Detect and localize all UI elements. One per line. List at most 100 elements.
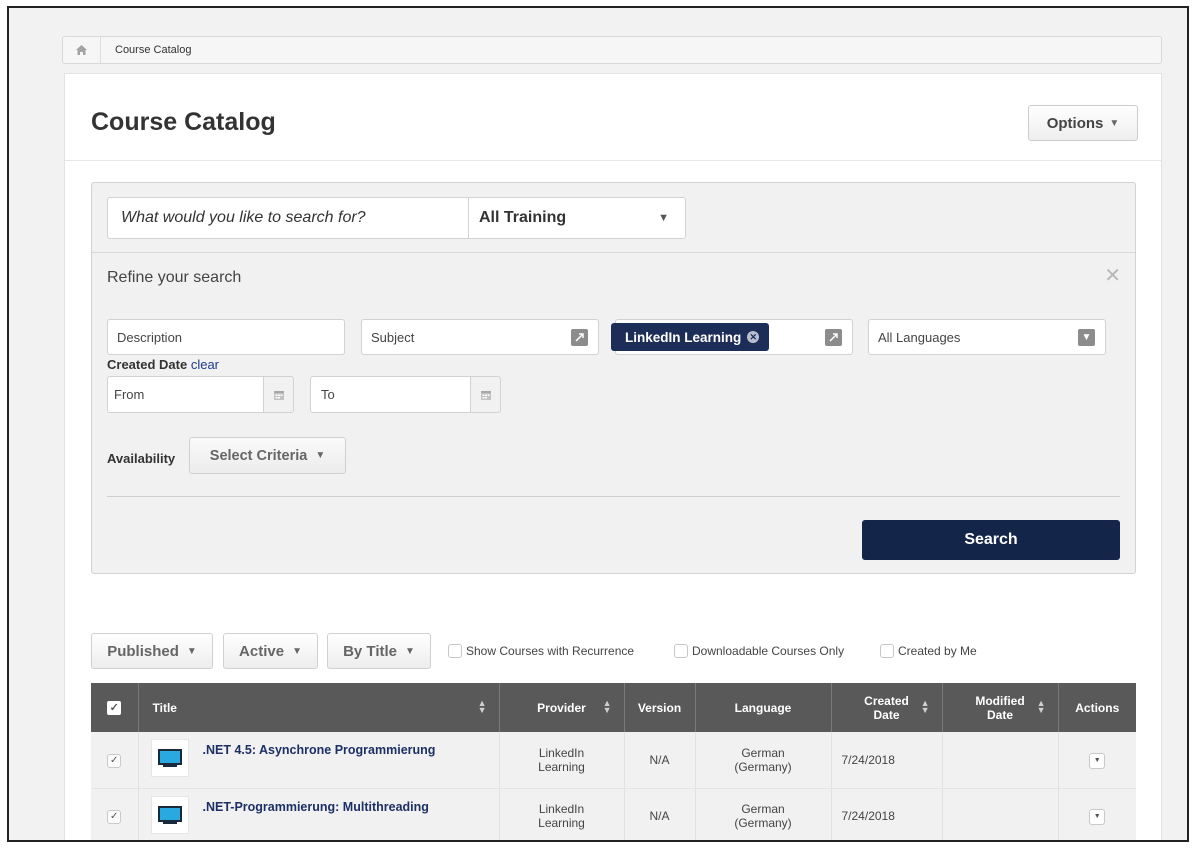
version-header-label: Version xyxy=(637,700,682,715)
calendar-icon[interactable] xyxy=(263,376,294,413)
language-header-label: Language xyxy=(734,700,792,715)
provider-line1: LinkedIn xyxy=(538,745,585,760)
sort-icon[interactable]: ▲ ▼ xyxy=(603,699,612,715)
published-filter[interactable]: Published ▼ xyxy=(91,633,213,669)
availability-label: Availability xyxy=(107,451,176,466)
modified-header-line1: Modified xyxy=(975,693,1025,708)
language-cell: German (Germany) xyxy=(695,732,832,789)
language-cell: German (Germany) xyxy=(695,788,832,840)
sort-icon[interactable]: ▲ ▼ xyxy=(478,699,487,715)
sort-icon[interactable]: ▲ ▼ xyxy=(921,699,930,715)
provider-tag[interactable]: LinkedIn Learning ✕ xyxy=(611,323,770,351)
calendar-icon[interactable] xyxy=(470,376,501,413)
active-label: Active xyxy=(239,642,285,660)
search-button[interactable]: Search xyxy=(862,520,1120,560)
sort-label: By Title xyxy=(343,642,397,660)
remove-tag-icon[interactable]: ✕ xyxy=(747,331,760,343)
checkbox[interactable] xyxy=(880,644,894,658)
downloadable-label: Downloadable Courses Only xyxy=(692,644,845,658)
expand-icon[interactable] xyxy=(825,329,842,346)
from-date-field[interactable]: From xyxy=(107,376,279,413)
checkbox[interactable] xyxy=(448,644,462,658)
breadcrumb-current: Course Catalog xyxy=(115,44,192,56)
provider-header-label: Provider xyxy=(537,700,586,715)
actions-dropdown-icon[interactable]: ▼ xyxy=(1089,752,1106,769)
recurrence-checkbox[interactable]: Show Courses with Recurrence xyxy=(448,644,634,658)
version-cell: N/A xyxy=(624,732,696,789)
to-placeholder: To xyxy=(321,387,335,402)
row-select[interactable]: ✓ xyxy=(91,788,139,840)
description-field[interactable]: Description xyxy=(107,319,345,355)
language-line2: (Germany) xyxy=(734,816,792,830)
sort-filter[interactable]: By Title ▼ xyxy=(327,633,431,669)
active-filter[interactable]: Active ▼ xyxy=(223,633,318,669)
provider-line2: Learning xyxy=(538,816,585,830)
app-window: Course Catalog Course Catalog Options ▼ … xyxy=(7,6,1189,842)
course-title-link[interactable]: .NET-Programmierung: Multithreading xyxy=(203,796,429,814)
created-header-line1: Created xyxy=(864,693,909,708)
actions-cell: ▼ xyxy=(1058,788,1136,840)
provider-field[interactable]: LinkedIn Learning ✕ xyxy=(611,319,853,355)
checkbox-checked-icon[interactable]: ✓ xyxy=(107,809,122,824)
description-placeholder: Description xyxy=(117,329,183,345)
modified-cell xyxy=(942,732,1059,789)
published-label: Published xyxy=(107,642,179,660)
search-bar: What would you like to search for? All T… xyxy=(92,183,1135,253)
title-header[interactable]: Title ▲ ▼ xyxy=(138,683,500,732)
created-by-me-label: Created by Me xyxy=(898,644,977,658)
created-cell: 7/24/2018 xyxy=(831,788,943,840)
version-header: Version xyxy=(624,683,696,732)
modified-header[interactable]: Modified Date ▲ ▼ xyxy=(942,683,1059,732)
provider-cell: LinkedIn Learning xyxy=(499,732,625,789)
created-cell: 7/24/2018 xyxy=(831,732,943,789)
language-line2: (Germany) xyxy=(734,759,792,774)
checkbox-checked-icon[interactable]: ✓ xyxy=(107,701,122,715)
version-cell: N/A xyxy=(624,788,696,840)
created-header[interactable]: Created Date ▲ ▼ xyxy=(831,683,943,732)
provider-tag-label: LinkedIn Learning xyxy=(625,329,742,345)
actions-dropdown-icon[interactable]: ▼ xyxy=(1089,808,1106,825)
checkbox-checked-icon[interactable]: ✓ xyxy=(107,753,122,768)
actions-header-label: Actions xyxy=(1075,700,1120,715)
select-all-header[interactable]: ✓ xyxy=(91,683,139,732)
computer-icon xyxy=(150,739,189,777)
home-icon[interactable] xyxy=(63,37,101,63)
course-title-link[interactable]: .NET 4.5: Asynchrone Programmierung xyxy=(203,739,436,757)
expand-icon[interactable] xyxy=(571,329,588,346)
actions-cell: ▼ xyxy=(1058,732,1136,789)
course-table: ✓ Title ▲ ▼ Provider ▲ ▼ Version Language xyxy=(91,683,1136,840)
close-icon[interactable]: ✕ xyxy=(1104,263,1121,288)
created-date-text: Created Date xyxy=(107,357,188,372)
subject-field[interactable]: Subject xyxy=(361,319,599,355)
refine-title: Refine your search xyxy=(107,269,242,286)
language-line1: German xyxy=(741,745,785,760)
provider-cell: LinkedIn Learning xyxy=(499,788,625,840)
training-type-select[interactable]: All Training ▼ xyxy=(468,197,686,239)
caret-down-icon: ▼ xyxy=(405,645,415,657)
language-select[interactable]: All Languages ▼ xyxy=(868,319,1106,355)
from-placeholder: From xyxy=(114,387,145,402)
table-row: ✓ .NET 4.5: Asynchrone Programmierung Li… xyxy=(91,732,1136,789)
search-input[interactable]: What would you like to search for? xyxy=(107,197,469,239)
modified-cell xyxy=(942,788,1059,840)
divider xyxy=(107,496,1120,497)
provider-header[interactable]: Provider ▲ ▼ xyxy=(499,683,625,732)
caret-down-icon: ▼ xyxy=(315,450,326,461)
downloadable-checkbox[interactable]: Downloadable Courses Only xyxy=(674,644,844,658)
language-line1: German xyxy=(741,802,785,816)
clear-link[interactable]: clear xyxy=(191,357,219,372)
created-by-me-checkbox[interactable]: Created by Me xyxy=(880,644,977,658)
availability-select[interactable]: Select Criteria ▼ xyxy=(189,437,346,474)
title-header-label: Title xyxy=(152,700,177,715)
options-button[interactable]: Options ▼ xyxy=(1028,105,1138,141)
checkbox[interactable] xyxy=(674,644,688,658)
row-select[interactable]: ✓ xyxy=(91,732,139,789)
sort-icon[interactable]: ▲ ▼ xyxy=(1037,699,1046,715)
language-value: All Languages xyxy=(878,329,961,345)
title-cell: .NET-Programmierung: Multithreading xyxy=(138,788,500,840)
to-date-field[interactable]: To xyxy=(310,376,490,413)
divider xyxy=(65,160,1161,161)
table-row: ✓ .NET-Programmierung: Multithreading Li… xyxy=(91,788,1136,840)
created-date-label: Created Date clear xyxy=(107,357,219,372)
caret-down-icon: ▼ xyxy=(658,212,669,224)
